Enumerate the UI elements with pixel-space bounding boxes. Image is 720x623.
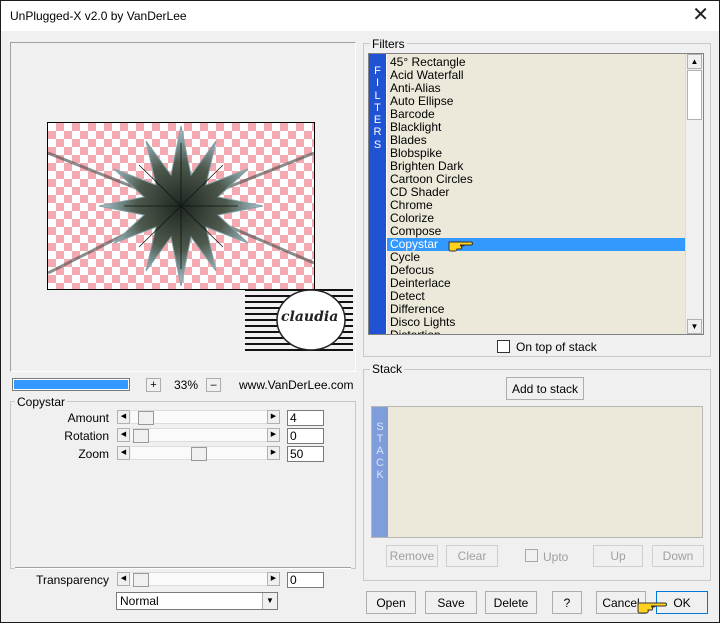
blend-mode-select[interactable]: Normal ▼ (116, 592, 278, 610)
watermark-text: claudia (281, 309, 339, 325)
stack-strip-letter: K (376, 469, 384, 481)
slider-thumb[interactable] (137, 411, 154, 425)
add-to-stack-button[interactable]: Add to stack (506, 377, 584, 400)
stack-strip-letter: T (376, 433, 384, 445)
slider-track[interactable] (131, 428, 267, 443)
on-top-label: On top of stack (516, 340, 597, 354)
open-button[interactable]: Open (366, 591, 416, 614)
transparency-slider[interactable]: ◀ ▶ (117, 572, 281, 587)
stack-strip-letter: C (376, 457, 384, 469)
filters-strip-letter: I (375, 77, 380, 90)
zoom-slider[interactable]: ◀ ▶ (117, 446, 281, 461)
on-top-checkbox[interactable] (497, 340, 510, 353)
filters-strip-letter: E (373, 114, 382, 127)
copystar-preview-graphic (48, 125, 314, 287)
save-button[interactable]: Save (425, 591, 477, 614)
slider-thumb[interactable] (133, 429, 149, 443)
slider-left-arrow-icon[interactable]: ◀ (117, 428, 130, 442)
transparency-input[interactable]: 0 (287, 572, 324, 588)
stack-strip-letter: S (376, 421, 384, 433)
slider-right-arrow-icon[interactable]: ▶ (267, 410, 280, 424)
close-icon[interactable]: ✕ (692, 5, 709, 25)
chevron-down-icon[interactable]: ▼ (262, 593, 277, 609)
amount-slider[interactable]: ◀ ▶ (117, 410, 281, 425)
params-group (10, 401, 356, 569)
remove-button[interactable]: Remove (386, 545, 438, 567)
zoom-level: 33% (174, 378, 199, 392)
filter-item[interactable]: Copystar (387, 238, 685, 251)
params-group-label: Copystar (15, 395, 68, 409)
slider-thumb[interactable] (191, 447, 207, 461)
down-button[interactable]: Down (652, 545, 704, 567)
filters-strip-letter: F (374, 65, 381, 77)
rotation-slider[interactable]: ◀ ▶ (117, 428, 281, 443)
watermark-stamp: claudia (245, 287, 353, 353)
stack-list[interactable]: STACK (371, 406, 703, 538)
slider-left-arrow-icon[interactable]: ◀ (117, 410, 130, 424)
filter-item[interactable]: Deinterlace (387, 277, 685, 290)
zoom-out-button[interactable]: – (206, 378, 221, 392)
delete-button[interactable]: Delete (485, 591, 537, 614)
stack-strip-letter: A (376, 445, 384, 457)
zoom-in-button[interactable]: + (146, 378, 161, 392)
slider-right-arrow-icon[interactable]: ▶ (267, 572, 280, 586)
slider-right-arrow-icon[interactable]: ▶ (267, 428, 280, 442)
amount-label: Amount (67, 411, 109, 425)
stack-strip: STACK (372, 407, 388, 537)
filters-strip: FILTERS (369, 54, 386, 334)
blend-mode-value: Normal (120, 594, 159, 608)
scroll-up-icon[interactable]: ▲ (687, 54, 702, 69)
slider-right-arrow-icon[interactable]: ▶ (267, 446, 280, 460)
zoom-label: Zoom (78, 447, 109, 461)
upto-checkbox[interactable] (525, 549, 538, 562)
filter-item[interactable]: Blacklight (387, 121, 685, 134)
slider-thumb[interactable] (133, 573, 149, 587)
slider-track[interactable] (131, 446, 267, 461)
rotation-input[interactable]: 0 (287, 428, 324, 444)
filter-listbox[interactable]: FILTERS 45° Rectangle Acid Waterfall Anti-… (368, 53, 704, 335)
plugin-window: UnPlugged-X v2.0 by VanDerLee ✕ claudia … (0, 0, 720, 623)
scroll-down-icon[interactable]: ▼ (687, 319, 702, 334)
hand-pointer-icon (637, 602, 667, 614)
filters-group-label: Filters (370, 37, 407, 51)
stack-group-label: Stack (370, 362, 405, 376)
slider-track[interactable] (131, 410, 267, 425)
amount-input[interactable]: 4 (287, 410, 324, 426)
title-bar[interactable]: UnPlugged-X v2.0 by VanDerLee ✕ (1, 1, 719, 31)
transparency-label: Transparency (36, 573, 109, 587)
filter-scrollbar[interactable]: ▲ ▼ (685, 54, 703, 334)
slider-left-arrow-icon[interactable]: ◀ (117, 572, 130, 586)
website-link[interactable]: www.VanDerLee.com (239, 378, 354, 392)
separator (15, 567, 351, 569)
hand-pointer-icon (448, 241, 473, 252)
filters-strip-letter: T (374, 101, 381, 114)
filters-strip-letter: R (373, 126, 382, 139)
upto-label: Upto (543, 550, 569, 564)
progress-bar (12, 378, 130, 391)
filter-item[interactable]: Distortion (387, 329, 685, 335)
slider-left-arrow-icon[interactable]: ◀ (117, 446, 130, 460)
slider-track[interactable] (131, 572, 267, 587)
window-title: UnPlugged-X v2.0 by VanDerLee (10, 9, 187, 23)
filters-strip-letter: S (373, 138, 382, 151)
rotation-label: Rotation (64, 429, 109, 443)
up-button[interactable]: Up (593, 545, 643, 567)
filters-strip-letter: L (374, 89, 381, 102)
scroll-thumb[interactable] (687, 70, 702, 120)
progress-fill (14, 380, 128, 389)
zoom-input[interactable]: 50 (287, 446, 324, 462)
clear-button[interactable]: Clear (446, 545, 498, 567)
filter-list[interactable]: 45° Rectangle Acid Waterfall Anti-Alias Aut… (387, 54, 685, 334)
preview-image (47, 122, 315, 290)
help-button[interactable]: ? (552, 591, 582, 614)
